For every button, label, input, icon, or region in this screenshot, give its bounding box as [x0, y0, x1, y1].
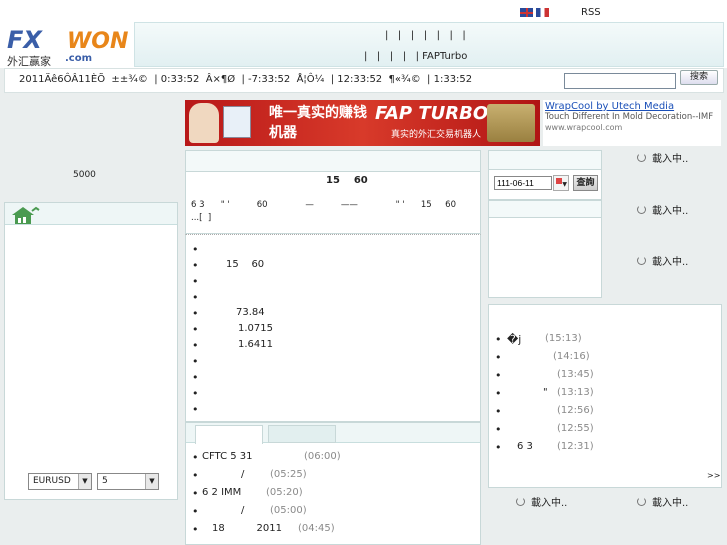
banner-person	[189, 103, 219, 143]
refresh-icon	[637, 153, 646, 162]
text-ad[interactable]: WrapCool by Utech Media Touch Different …	[543, 100, 721, 146]
chevron-down-icon: ▼	[78, 474, 91, 489]
loading-indicator: 載入中..	[637, 253, 688, 268]
left-number: 5000	[73, 170, 96, 180]
period-select[interactable]: 5 ▼	[97, 473, 159, 490]
tab-news-2[interactable]	[268, 425, 336, 443]
loading-indicator: 載入中..	[637, 150, 688, 165]
flag-fr-icon[interactable]	[536, 8, 549, 17]
loading-indicator: 載入中..	[637, 494, 688, 509]
logo-com: .com	[65, 53, 93, 64]
query-button[interactable]: 查詢	[573, 175, 598, 191]
house-chart-icon	[10, 205, 42, 225]
logo-fx: FX	[7, 26, 42, 54]
news-panel: • CFTC 5 31 (06:00) • / (05:25) • 6 2 IMM (05:…	[185, 422, 481, 545]
headline-panel: 15 60 6 3 " ' 60 — —— " ' 15 60 ...[ ]	[185, 172, 481, 234]
headline-more[interactable]: ...[ ]	[191, 213, 211, 223]
period-select-value: 5	[102, 476, 108, 486]
tab-news-1[interactable]	[195, 425, 263, 444]
calendar-list-header	[488, 200, 602, 218]
banner-brand-sub: 真实的外汇交易机器人	[391, 130, 482, 140]
logo-won: WON	[67, 29, 129, 54]
chevron-down-icon: ▼	[145, 474, 158, 489]
news-tabs-bar	[186, 423, 480, 444]
right-news-panel: • �j (15:13) • (14:16) • (13:45) • " (13:13) •…	[488, 304, 722, 488]
nav-bar: | | | | | | | | | | | | FAPTurbo	[134, 22, 724, 67]
banner-brand: FAP TURBO	[375, 103, 489, 124]
calendar-panel: ▼ 查詢	[488, 170, 602, 200]
calendar-list	[488, 218, 602, 298]
clock-bar: 2011Äê6ÔÂ11ÈÕ ±±¾© | 0:33:52 Â×¶Ø | -7:3…	[4, 68, 724, 93]
search-button[interactable]: 搜索	[680, 70, 718, 85]
calendar-header	[488, 150, 602, 170]
loading-indicator: 載入中..	[516, 494, 567, 509]
ad-desc: Touch Different In Mold Decoration--IMF	[545, 112, 714, 122]
banner-slogan: 唯一真实的赚钱机器	[269, 105, 367, 141]
banner-money-icon	[487, 104, 535, 142]
search-input[interactable]	[564, 73, 676, 89]
center-top-panel	[185, 150, 481, 172]
ad-title[interactable]: WrapCool by Utech Media	[545, 101, 674, 112]
refresh-icon	[637, 205, 646, 214]
refresh-icon	[516, 497, 525, 506]
date-input[interactable]	[494, 176, 552, 190]
logo-subtitle: 外汇赢家	[7, 55, 51, 68]
world-clock: 2011Äê6ÔÂ11ÈÕ ±±¾© | 0:33:52 Â×¶Ø | -7:3…	[19, 74, 473, 85]
flag-uk-icon[interactable]	[520, 8, 533, 17]
refresh-icon	[637, 256, 646, 265]
ad-url: www.wrapcool.com	[545, 123, 623, 132]
more-link[interactable]: >>	[707, 471, 720, 480]
rss-link[interactable]: RSS	[581, 7, 601, 18]
left-chart-panel	[4, 202, 178, 500]
logo[interactable]: FX WON 外汇赢家 .com	[3, 22, 133, 68]
quotes-panel: • • 15 60 • • • 73.84 • 1.0715 • 1.6411 • • …	[185, 234, 481, 422]
nav-row-2[interactable]: | | | | | FAPTurbo	[364, 51, 467, 62]
refresh-icon	[637, 497, 646, 506]
calendar-icon[interactable]: ▼	[553, 175, 569, 191]
headline-title[interactable]: 15 60	[326, 175, 368, 186]
pair-select[interactable]: EURUSD ▼	[28, 473, 92, 490]
loading-indicator: 載入中..	[637, 202, 688, 217]
headline-summary: 6 3 " ' 60 — —— " ' 15 60	[191, 200, 456, 210]
fapturbo-banner[interactable]: 唯一真实的赚钱机器 FAP TURBO 真实的外汇交易机器人	[185, 100, 540, 146]
banner-chart-icon	[223, 106, 251, 138]
pair-select-value: EURUSD	[33, 476, 71, 486]
nav-row-1[interactable]: | | | | | | |	[385, 30, 466, 41]
